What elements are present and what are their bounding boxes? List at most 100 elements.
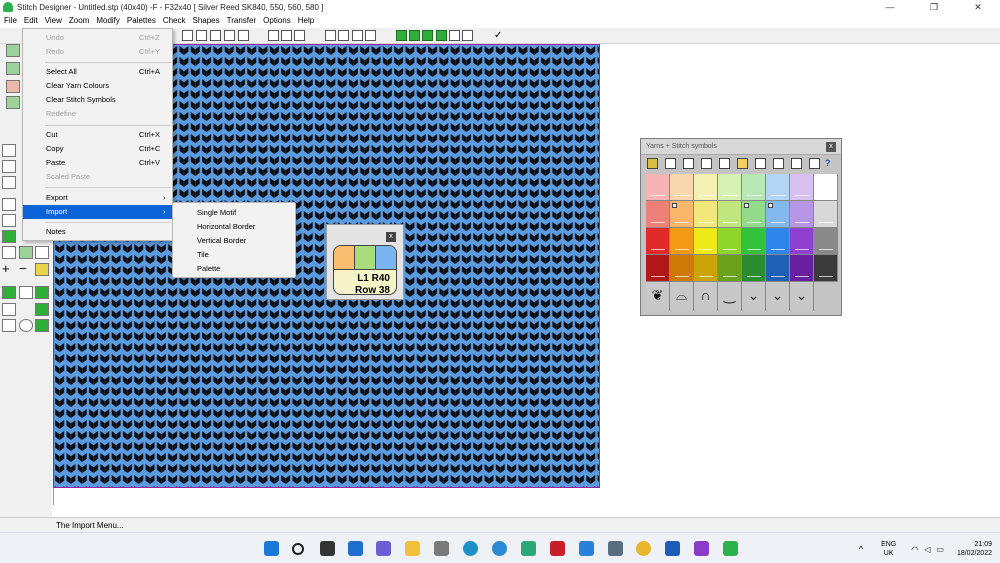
yarn-colour-swatch[interactable] bbox=[814, 255, 838, 282]
menu-transfer[interactable]: Transfer bbox=[227, 14, 257, 28]
battery-icon[interactable]: ▭ bbox=[936, 545, 944, 554]
mcafee-icon[interactable] bbox=[550, 541, 565, 556]
palette-image-icon[interactable] bbox=[791, 158, 802, 169]
menu-item-select-all[interactable]: Select All Ctrl+A bbox=[23, 65, 172, 79]
clock[interactable]: 21:09 18/02/2022 bbox=[957, 540, 992, 558]
pencil-icon[interactable] bbox=[224, 30, 235, 41]
yarn-colour-swatch[interactable] bbox=[790, 201, 814, 228]
yarn-colour-swatch[interactable] bbox=[694, 228, 718, 255]
stitch-symbol[interactable]: ⌓ bbox=[670, 282, 694, 311]
menu-item-scaled-paste[interactable]: Scaled Paste bbox=[23, 170, 172, 184]
tool-4-icon[interactable] bbox=[6, 96, 20, 109]
lace-icon[interactable] bbox=[462, 30, 473, 41]
eyedropper-icon[interactable] bbox=[35, 319, 49, 332]
file-explorer-icon[interactable] bbox=[405, 541, 420, 556]
colour-tool-icon[interactable] bbox=[19, 246, 33, 259]
view-icon[interactable] bbox=[238, 30, 249, 41]
yarn-colour-swatch[interactable] bbox=[694, 174, 718, 201]
yarn-colour-swatch[interactable] bbox=[766, 201, 790, 228]
select-icon[interactable] bbox=[325, 30, 336, 41]
submenu-item-single-motif[interactable]: Single Motif bbox=[173, 206, 295, 220]
app-grid-icon[interactable] bbox=[694, 541, 709, 556]
menu-edit[interactable]: Edit bbox=[24, 14, 38, 28]
tool-2-icon[interactable] bbox=[6, 62, 20, 75]
menu-modify[interactable]: Modify bbox=[96, 14, 120, 28]
menu-shapes[interactable]: Shapes bbox=[193, 14, 220, 28]
yarn-colour-swatch[interactable] bbox=[670, 255, 694, 282]
yarn-colour-swatch[interactable] bbox=[718, 255, 742, 282]
stitch-symbol[interactable]: ⌄ bbox=[790, 282, 814, 311]
stitch-symbol[interactable]: ⌄ bbox=[742, 282, 766, 311]
tray-chevron-icon[interactable]: ^ bbox=[859, 544, 863, 554]
slip-icon[interactable] bbox=[436, 30, 447, 41]
cross-icon[interactable] bbox=[294, 30, 305, 41]
language-indicator[interactable]: ENG UK bbox=[881, 540, 896, 558]
yarn-palette-header[interactable]: Yarns + Stitch symbols x bbox=[641, 139, 841, 155]
yarn-colour-swatch[interactable] bbox=[814, 228, 838, 255]
wifi-icon[interactable]: ◠ bbox=[911, 545, 918, 554]
yarn-colour-swatch[interactable] bbox=[718, 174, 742, 201]
menu-file[interactable]: File bbox=[4, 14, 17, 28]
chat-icon[interactable] bbox=[376, 541, 391, 556]
yarn-tool-icon[interactable] bbox=[35, 263, 49, 276]
app-pen-icon[interactable] bbox=[579, 541, 594, 556]
yarn-colour-swatch[interactable] bbox=[670, 201, 694, 228]
yarn-colour-swatch[interactable] bbox=[790, 255, 814, 282]
menu-item-redefine[interactable]: Redefine bbox=[23, 107, 172, 121]
menu-item-copy[interactable]: Copy Ctrl+C bbox=[23, 142, 172, 156]
add-icon[interactable]: + bbox=[2, 262, 16, 276]
palette-swap-icon[interactable] bbox=[701, 158, 712, 169]
transfer-icon[interactable] bbox=[449, 30, 460, 41]
ink-icon[interactable] bbox=[19, 286, 33, 299]
rectangle-icon[interactable] bbox=[2, 319, 16, 332]
menu-item-paste[interactable]: Paste Ctrl+V bbox=[23, 156, 172, 170]
yarn-colour-swatch[interactable] bbox=[718, 201, 742, 228]
colour-grid-icon[interactable] bbox=[268, 30, 279, 41]
menu-options[interactable]: Options bbox=[263, 14, 291, 28]
close-icon[interactable]: x bbox=[386, 232, 396, 242]
submenu-item-palette[interactable]: Palette bbox=[173, 262, 295, 276]
chrome-icon[interactable] bbox=[636, 541, 651, 556]
open-icon[interactable] bbox=[2, 144, 16, 157]
scissors-icon[interactable] bbox=[2, 176, 16, 189]
palette-folder-icon[interactable] bbox=[737, 158, 748, 169]
mail-icon[interactable] bbox=[492, 541, 507, 556]
menu-view[interactable]: View bbox=[45, 14, 62, 28]
check-icon[interactable]: ✓ bbox=[494, 30, 505, 41]
menu-help[interactable]: Help bbox=[298, 14, 314, 28]
start-icon[interactable] bbox=[264, 541, 279, 556]
palette-help-icon[interactable]: ? bbox=[825, 158, 836, 169]
stitch-symbol[interactable]: ‿ bbox=[718, 282, 742, 311]
palette-grid-icon[interactable] bbox=[647, 158, 658, 169]
fill-tool-icon[interactable] bbox=[35, 303, 49, 316]
palette-tools-icon[interactable] bbox=[809, 158, 820, 169]
store-icon[interactable] bbox=[434, 541, 449, 556]
submenu-item-tile[interactable]: Tile bbox=[173, 248, 295, 262]
menu-item-clear-stitch-symbols[interactable]: Clear Stitch Symbols bbox=[23, 93, 172, 107]
tool-1-icon[interactable] bbox=[6, 44, 20, 57]
move-icon[interactable] bbox=[352, 30, 363, 41]
yarn-colour-swatch[interactable] bbox=[646, 228, 670, 255]
brush-icon[interactable] bbox=[35, 286, 49, 299]
menu-palettes[interactable]: Palettes bbox=[127, 14, 156, 28]
yarn-colour-swatch[interactable] bbox=[742, 228, 766, 255]
circle-icon[interactable] bbox=[19, 319, 33, 332]
stitch-symbol[interactable]: ❦ bbox=[646, 282, 670, 311]
app-3-icon[interactable] bbox=[521, 541, 536, 556]
yarn-colour-swatch[interactable] bbox=[814, 201, 838, 228]
search-icon[interactable] bbox=[292, 543, 304, 555]
maximize-button[interactable]: ❐ bbox=[912, 0, 956, 14]
menu-item-clear-yarn-colours[interactable]: Clear Yarn Colours bbox=[23, 79, 172, 93]
menu-item-export[interactable]: Export › bbox=[23, 191, 172, 205]
position-indicator[interactable]: x L1 R40 Row 38 bbox=[326, 224, 404, 300]
remove-icon[interactable]: − bbox=[19, 262, 33, 276]
yarn-colour-swatch[interactable] bbox=[790, 174, 814, 201]
word-icon[interactable] bbox=[665, 541, 680, 556]
menu-item-import[interactable]: Import › bbox=[23, 205, 172, 219]
crop-icon[interactable] bbox=[365, 30, 376, 41]
yarn-colour-swatch[interactable] bbox=[742, 201, 766, 228]
menu-check[interactable]: Check bbox=[163, 14, 186, 28]
yarn-colour-swatch[interactable] bbox=[814, 174, 838, 201]
palette-list-icon[interactable] bbox=[773, 158, 784, 169]
menu-item-undo[interactable]: Undo Ctrl+Z bbox=[23, 31, 172, 45]
